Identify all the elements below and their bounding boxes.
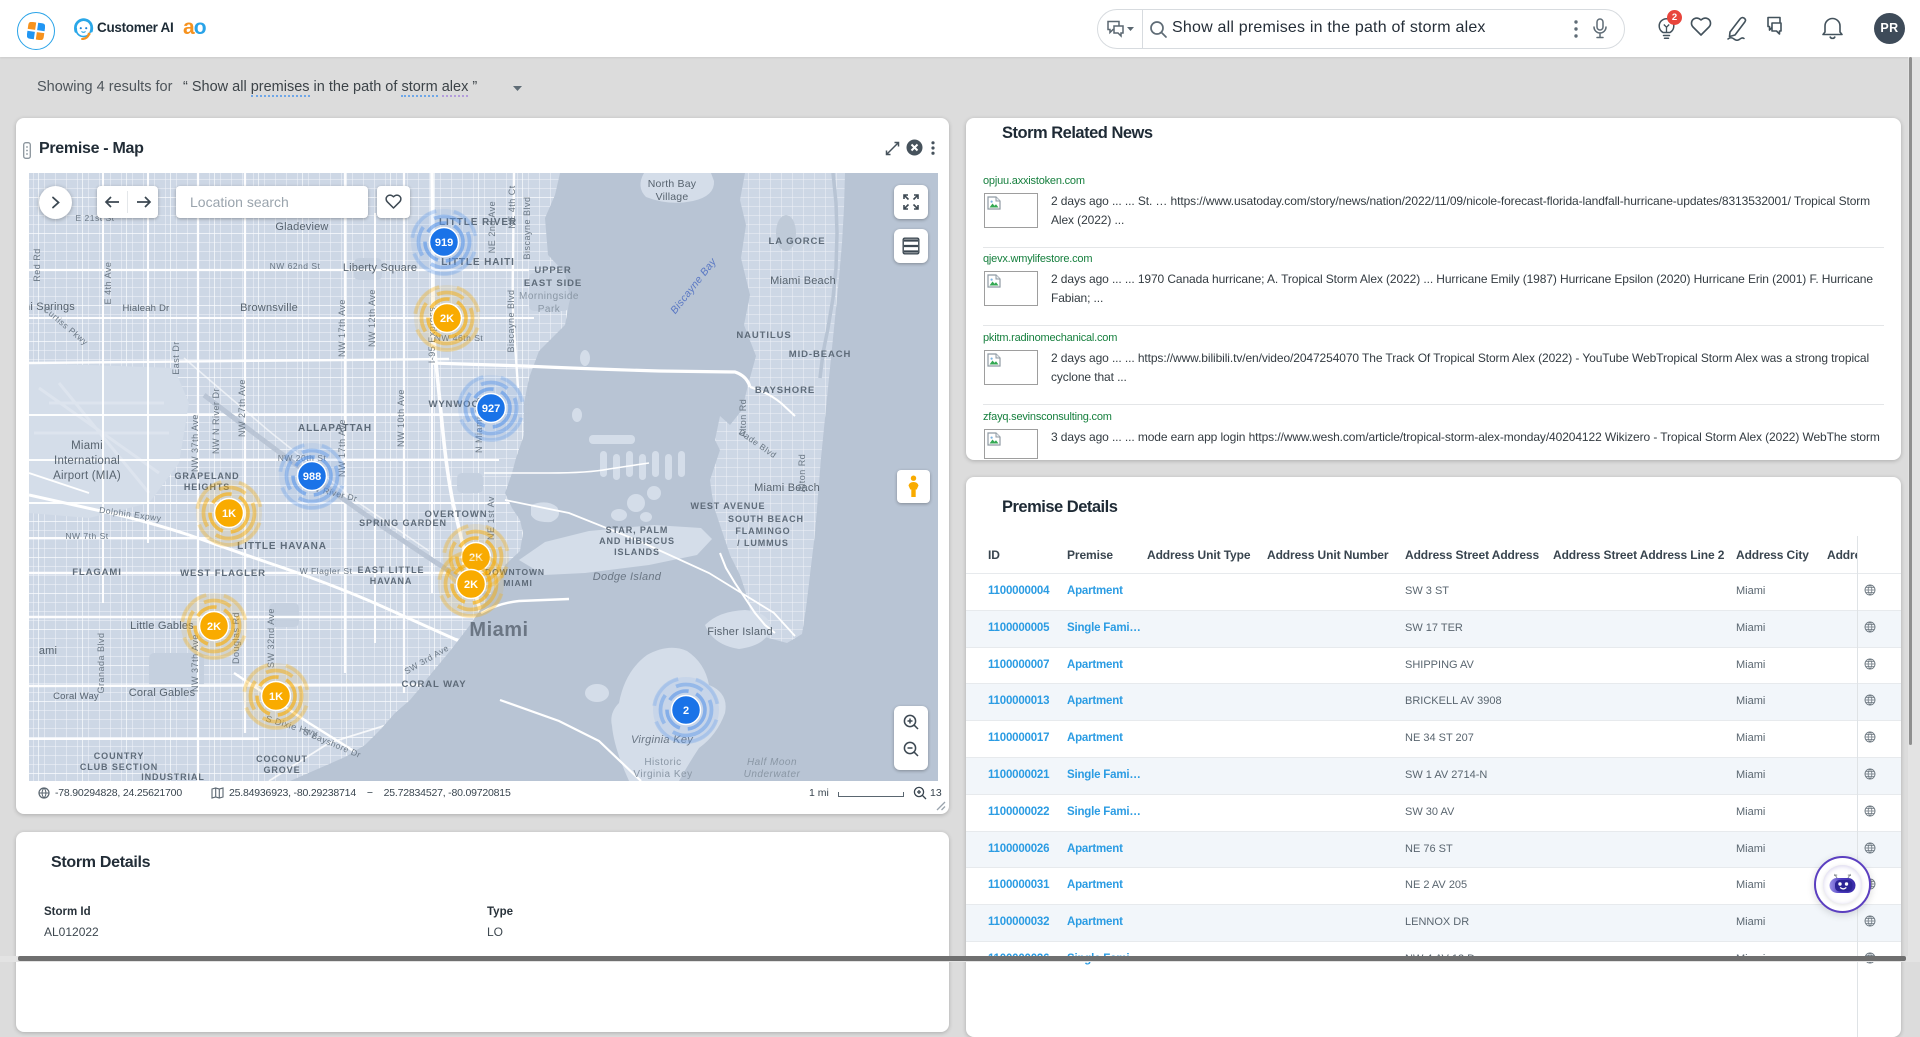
svg-text:BAYSHORE: BAYSHORE: [755, 385, 815, 396]
svg-text:Coral Way: Coral Way: [53, 691, 99, 702]
svg-text:Morningside: Morningside: [519, 291, 579, 302]
svg-text:CORAL WAY: CORAL WAY: [401, 679, 466, 690]
svg-text:Biscayne Blvd: Biscayne Blvd: [506, 289, 516, 352]
svg-text:Village: Village: [656, 191, 689, 203]
svg-text:988: 988: [303, 471, 321, 483]
svg-text:Virginia Key: Virginia Key: [633, 769, 692, 780]
svg-text:SPRING GARDEN: SPRING GARDEN: [359, 518, 447, 528]
svg-text:LITTLE HAVANA: LITTLE HAVANA: [237, 541, 327, 552]
svg-text:COCONUT: COCONUT: [256, 754, 308, 764]
svg-text:NE 4th Ct: NE 4th Ct: [507, 185, 517, 229]
svg-text:MID-BEACH: MID-BEACH: [789, 349, 851, 360]
svg-text:E 4th Ave: E 4th Ave: [103, 262, 113, 305]
svg-text:CLUB SECTION: CLUB SECTION: [80, 762, 158, 772]
svg-text:NW 7th St: NW 7th St: [65, 531, 108, 541]
svg-text:NE 2nd Ave: NE 2nd Ave: [487, 201, 497, 253]
svg-text:W Flagler St: W Flagler St: [300, 566, 353, 576]
svg-text:East Dr: East Dr: [171, 341, 181, 375]
svg-text:Dodge Island: Dodge Island: [593, 571, 662, 583]
svg-text:Coral Gables: Coral Gables: [129, 687, 196, 699]
svg-text:ISLANDS: ISLANDS: [614, 547, 660, 557]
svg-text:HAVANA: HAVANA: [370, 576, 413, 586]
svg-text:GRAPELAND: GRAPELAND: [174, 471, 239, 481]
svg-text:NW 62nd St: NW 62nd St: [270, 261, 321, 271]
svg-text:FLAGAMI: FLAGAMI: [72, 567, 122, 578]
svg-text:Miami Beach: Miami Beach: [754, 482, 820, 494]
svg-text:Liberty Square: Liberty Square: [343, 262, 417, 274]
svg-text:Hialeah Dr: Hialeah Dr: [123, 303, 170, 314]
svg-text:Miami Beach: Miami Beach: [770, 275, 836, 287]
svg-text:Half Moon: Half Moon: [747, 757, 797, 768]
svg-text:COUNTRY: COUNTRY: [94, 751, 144, 761]
svg-text:UPPER: UPPER: [534, 265, 571, 276]
svg-text:Miami: Miami: [469, 619, 528, 641]
svg-text:NW 17th Ave: NW 17th Ave: [337, 299, 347, 357]
svg-text:Gladeview: Gladeview: [275, 221, 328, 233]
svg-text:INDUSTRIAL: INDUSTRIAL: [141, 772, 205, 781]
svg-text:Underwater: Underwater: [744, 769, 801, 780]
svg-text:EAST SIDE: EAST SIDE: [524, 278, 582, 289]
svg-text:WEST FLAGLER: WEST FLAGLER: [180, 568, 266, 579]
svg-text:WEST AVENUE: WEST AVENUE: [691, 501, 766, 511]
svg-text:LA GORCE: LA GORCE: [769, 236, 826, 247]
svg-text:NAUTILUS: NAUTILUS: [736, 330, 791, 341]
svg-text:STAR, PALM: STAR, PALM: [606, 525, 669, 535]
svg-text:EAST LITTLE: EAST LITTLE: [358, 565, 425, 575]
svg-text:ami: ami: [39, 645, 57, 657]
svg-text:MIAMI: MIAMI: [503, 578, 533, 588]
svg-text:Park: Park: [538, 304, 561, 315]
svg-text:NW N River Dr: NW N River Dr: [211, 388, 221, 454]
svg-text:1K: 1K: [222, 508, 236, 520]
svg-text:2: 2: [683, 705, 689, 717]
svg-text:927: 927: [482, 403, 500, 415]
svg-text:ALLAPATTAH: ALLAPATTAH: [298, 423, 372, 434]
svg-text:Fisher Island: Fisher Island: [707, 626, 773, 638]
svg-text:Brownsville: Brownsville: [240, 302, 298, 314]
svg-text:Alton Rd: Alton Rd: [797, 454, 807, 493]
svg-text:NW 27th Ave: NW 27th Ave: [237, 379, 247, 437]
svg-text:Miami: Miami: [71, 440, 103, 452]
svg-text:SOUTH BEACH: SOUTH BEACH: [728, 514, 804, 524]
svg-text:Granada Blvd: Granada Blvd: [96, 632, 106, 693]
svg-text:Biscayne Blvd: Biscayne Blvd: [522, 196, 532, 259]
svg-text:Airport (MIA): Airport (MIA): [53, 470, 121, 482]
svg-text:2K: 2K: [207, 621, 221, 633]
svg-text:1K: 1K: [269, 691, 283, 703]
svg-text:/ LUMMUS: / LUMMUS: [737, 538, 789, 548]
svg-text:NW 37th Ave: NW 37th Ave: [190, 414, 200, 472]
svg-text:Historic: Historic: [644, 757, 681, 768]
svg-text:Red Rd: Red Rd: [32, 248, 42, 282]
svg-text:AND HIBISCUS: AND HIBISCUS: [599, 536, 675, 546]
svg-text:Alton Rd: Alton Rd: [738, 399, 748, 438]
svg-text:NW 10th Ave: NW 10th Ave: [396, 389, 406, 447]
svg-text:2K: 2K: [464, 579, 478, 591]
svg-text:FLAMINGO: FLAMINGO: [735, 526, 790, 536]
svg-text:NW 12th Ave: NW 12th Ave: [367, 289, 377, 347]
svg-text:SW 32nd Ave: SW 32nd Ave: [266, 608, 276, 668]
svg-text:North Bay: North Bay: [648, 178, 697, 190]
svg-text:2K: 2K: [440, 313, 454, 325]
svg-text:919: 919: [435, 237, 453, 249]
svg-text:GROVE: GROVE: [263, 765, 300, 775]
svg-text:International: International: [54, 455, 120, 467]
